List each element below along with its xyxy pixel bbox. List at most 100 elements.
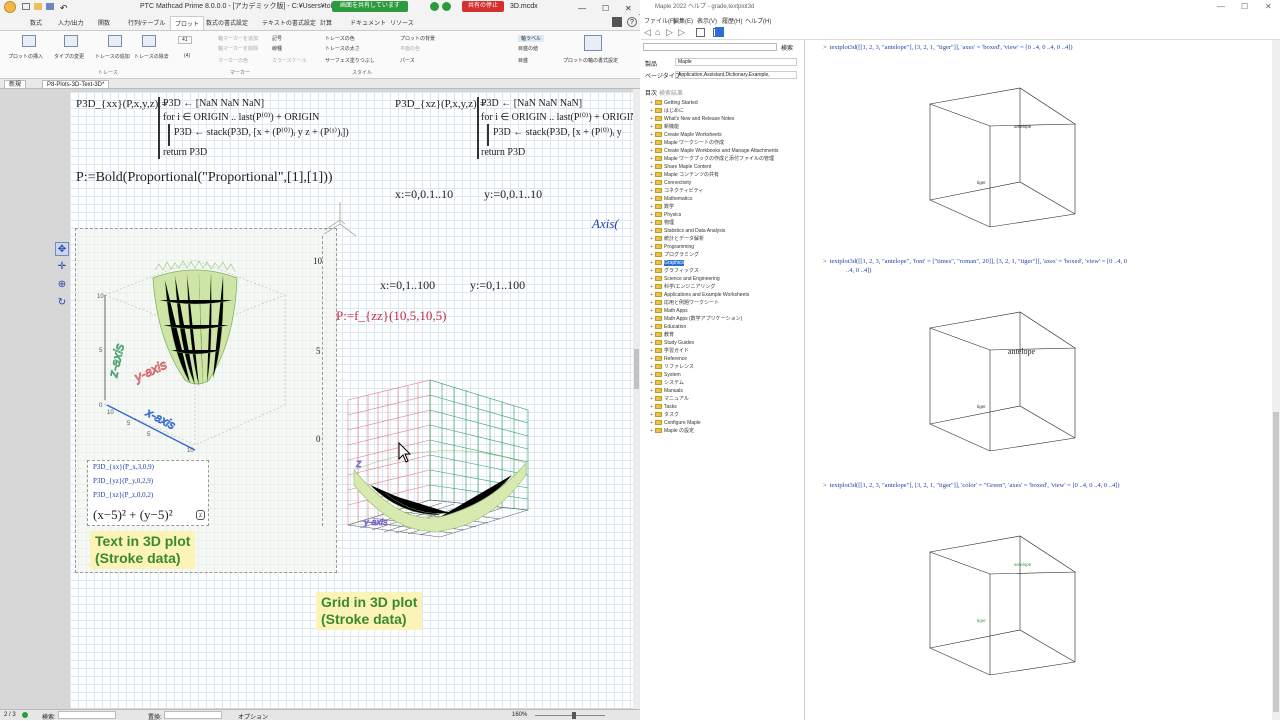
maple-minimize-button[interactable]: — — [1217, 0, 1225, 14]
command-2-text[interactable]: textplot3d([[1, 2, 3, "antelope", 'font'… — [830, 258, 1127, 265]
toc-item[interactable]: + プログラミング — [650, 251, 699, 259]
toc-item[interactable]: + Connectivity — [650, 179, 691, 187]
toc-item[interactable]: + Physics — [650, 211, 681, 219]
minimize-button[interactable]: — — [578, 2, 586, 16]
plot-format-icon[interactable] — [584, 35, 602, 51]
remove-trace-button[interactable]: トレースの除去 — [134, 53, 169, 60]
toc-item[interactable]: + グラフィックス — [650, 267, 699, 275]
maple-plot-3[interactable]: antelope tiger — [920, 530, 1080, 680]
forward-icon[interactable]: ▷ — [666, 27, 673, 38]
surface-fill-button[interactable]: サーフェス塗りつぶし — [325, 57, 375, 64]
stop-sharing-button[interactable]: 共有の停止 — [462, 1, 505, 12]
line-style-button[interactable]: 線種 — [272, 45, 282, 52]
search-results-tab[interactable]: 検索結果 — [659, 88, 683, 97]
grid-button[interactable]: 目盛 — [518, 57, 528, 64]
formula1-line1[interactable]: P3D ← [NaN NaN NaN] — [163, 98, 264, 109]
toc-item[interactable]: + Math Apps (数学アプリケーション) — [650, 315, 742, 323]
tab-io[interactable]: 入力/出力 — [58, 18, 84, 27]
maximize-button[interactable]: ☐ — [602, 2, 609, 16]
y-range-2[interactable]: y:=0,1..100 — [470, 278, 525, 293]
command-2[interactable]: > textplot3d([[1, 2, 3, "antelope", 'font… — [823, 258, 1127, 265]
menu-edit[interactable]: 編集(E) — [673, 16, 693, 25]
find-input[interactable] — [58, 711, 116, 719]
command-3[interactable]: > textplot3d([[1, 2, 3, "antelope"], [3, … — [823, 482, 1120, 489]
toc-item[interactable]: + マニュアル — [650, 395, 689, 403]
plot1-expr-1[interactable]: P3D_{xx}(P_x,3,0,9) — [93, 463, 154, 471]
toc-item[interactable]: + Study Guides — [650, 339, 694, 347]
help-icon[interactable]: ? — [627, 17, 637, 27]
toc-item[interactable]: + Applications and Example Worksheets — [650, 291, 749, 299]
toc-item[interactable]: + Tasks — [650, 403, 677, 411]
toc-item[interactable]: + Getting Started — [650, 99, 698, 107]
toc-item[interactable]: + Science and Engineering — [650, 275, 720, 283]
toc-item[interactable]: + Statistics and Data Analysis — [650, 227, 725, 235]
formula2-line4[interactable]: return P3D — [481, 147, 525, 158]
toc-item[interactable]: + Maple の設定 — [650, 427, 694, 435]
save-icon[interactable] — [46, 3, 54, 10]
tab-calculation[interactable]: 計算 — [320, 18, 332, 27]
command-3-text[interactable]: textplot3d([[1, 2, 3, "antelope"], [3, 2… — [830, 482, 1120, 489]
change-type-icon[interactable] — [64, 35, 78, 47]
plane-color-button[interactable]: 平面の色 — [400, 45, 420, 52]
toc-item[interactable]: + タスク — [650, 411, 679, 419]
toc-item[interactable]: + Maple ワークシートの作成 — [650, 139, 724, 147]
tab-plots[interactable]: プロット — [170, 16, 205, 30]
page-type-select[interactable]: Application,Assistant,Dictionary,Example… — [675, 71, 797, 79]
menu-view[interactable]: 表示(V) — [697, 16, 717, 25]
toc-item[interactable]: + コネクティビティ — [650, 187, 703, 195]
change-type-button[interactable]: タイプの変更 — [54, 53, 84, 60]
toc-item[interactable]: + Education — [650, 323, 686, 331]
toc-item[interactable]: + はじめに — [650, 107, 684, 115]
formula2-line3[interactable]: P3D ← stack(P3D, [x + (P⁽⁰⁾)ᵢ y — [493, 127, 622, 138]
menu-history[interactable]: 履歴(H) — [722, 16, 742, 25]
formula1-line2[interactable]: for i ∈ ORIGIN .. last(P⁽⁰⁾) + ORIGIN — [163, 112, 319, 123]
formula1-line4[interactable]: return P3D — [163, 147, 207, 158]
plot1-expr-index[interactable]: z — [196, 510, 206, 520]
maple-plot-1[interactable]: antelope tiger — [920, 82, 1080, 232]
worksheet-scrollbar[interactable] — [633, 89, 640, 709]
undo-icon[interactable]: ↶ — [60, 1, 68, 15]
tab-resources[interactable]: リソース — [390, 18, 414, 27]
toc-item[interactable]: + 統計とデータ解析 — [650, 235, 704, 243]
font-size-field[interactable]: 41 — [178, 36, 192, 44]
add-marker-button[interactable]: 軸マーカーを追加 — [218, 35, 258, 42]
command-2-cont[interactable]: ..4, 0 ..4]) — [846, 267, 871, 274]
formula1-lhs[interactable]: P3D_{xx}(P,x,y,z):= — [76, 98, 168, 110]
tab-document[interactable]: ドキュメント — [350, 18, 386, 27]
plot2-3d[interactable]: z y-axis — [340, 375, 535, 540]
formula2-line2[interactable]: for i ∈ ORIGIN .. last(P⁽⁰⁾) + ORIGIN — [481, 112, 637, 123]
tab-matrix[interactable]: 行列/テーブル — [128, 18, 165, 27]
zoom-icon[interactable]: ⊕ — [55, 278, 69, 292]
bold-definition[interactable]: P:=Bold(Proportional("Proportional",[1],… — [76, 170, 333, 186]
axis-function-partial[interactable]: Axis( — [592, 216, 619, 232]
toc-item[interactable]: + Configure Maple — [650, 419, 701, 427]
toc-item[interactable]: + 教育 — [650, 331, 674, 339]
close-button[interactable]: ✕ — [625, 2, 632, 16]
print-icon[interactable] — [696, 28, 705, 37]
formula2-line1[interactable]: P3D ← [NaN NaN NaN] — [481, 98, 582, 109]
new-doc-icon[interactable] — [22, 3, 30, 10]
toc-item[interactable]: + Create Maple Workbooks and Manage Attac… — [650, 147, 778, 155]
toc-item[interactable]: + Reference — [650, 355, 687, 363]
toc-item[interactable]: + Programming — [650, 243, 694, 251]
command-1[interactable]: > textplot3d([[1, 2, 3, "antelope"], [3, … — [823, 44, 1073, 51]
plot-background-button[interactable]: プロットの背景 — [400, 35, 435, 42]
plot2-orientation-gizmo[interactable] — [318, 196, 363, 246]
zoom-slider-thumb[interactable] — [572, 712, 576, 719]
rotate-icon[interactable]: ✥ — [55, 242, 69, 256]
toc-item[interactable]: + システム — [650, 379, 684, 387]
remove-marker-button[interactable]: 軸マーカーを削除 — [218, 45, 258, 52]
toc-item[interactable]: + Share Maple Content — [650, 163, 711, 171]
marker-color-button[interactable]: マーカーの色 — [218, 57, 248, 64]
toc-item[interactable]: + 新機能 — [650, 123, 679, 131]
add-trace-button[interactable]: トレースの追加 — [95, 53, 130, 60]
pan-icon[interactable]: ✛ — [55, 260, 69, 274]
toc-item[interactable]: + Maple ワークブックの作成と添付ファイルの管理 — [650, 155, 774, 163]
toc-item[interactable]: + Create Maple Worksheets — [650, 131, 722, 139]
tab-math[interactable]: 数式 — [30, 18, 42, 27]
insert-plot-button[interactable]: プロットの挿入 — [8, 53, 43, 60]
maple-close-button[interactable]: ✕ — [1265, 0, 1272, 14]
help-search-input[interactable] — [643, 43, 777, 51]
tab-math-format[interactable]: 数式の書式設定 — [206, 18, 248, 27]
zoom-slider[interactable] — [535, 715, 605, 716]
